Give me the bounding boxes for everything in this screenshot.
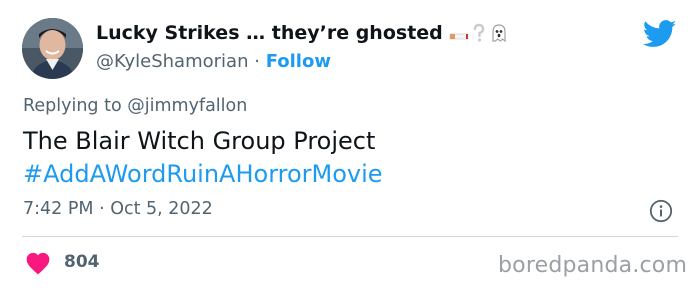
question-mark-icon — [473, 23, 484, 42]
ghost-icon — [492, 24, 506, 43]
avatar[interactable] — [22, 18, 83, 79]
author-handle[interactable]: @KyleShamorian — [96, 51, 248, 72]
divider — [22, 236, 678, 237]
handle-separator: · — [254, 51, 260, 72]
tweet-text: The Blair Witch Group Project #AddAWordR… — [23, 125, 383, 191]
tweet-timestamp[interactable]: 7:42 PM · Oct 5, 2022 — [23, 199, 213, 219]
name-emoji-group — [449, 23, 509, 43]
tweet-card: Lucky Strikes … they’re ghosted @KyleSha… — [0, 0, 700, 288]
tweet-text-line: The Blair Witch Group Project — [23, 127, 376, 155]
handle-row: @KyleShamorian · Follow — [96, 51, 331, 72]
like-count: 804 — [64, 252, 100, 272]
replying-prefix: Replying to — [23, 96, 122, 116]
replying-to: Replying to @jimmyfallon — [23, 96, 247, 116]
reply-mention-link[interactable]: @jimmyfallon — [127, 96, 247, 116]
cigarette-icon — [449, 33, 469, 40]
twitter-bird-icon[interactable] — [643, 20, 677, 48]
source-watermark: boredpanda.com — [498, 253, 688, 278]
info-icon[interactable] — [649, 199, 673, 223]
heart-icon[interactable] — [25, 251, 51, 275]
hashtag-link[interactable]: #AddAWordRuinAHorrorMovie — [23, 160, 383, 188]
avatar-image — [22, 18, 83, 79]
follow-button[interactable]: Follow — [266, 51, 331, 72]
author-name[interactable]: Lucky Strikes … they’re ghosted — [96, 22, 509, 44]
display-name[interactable]: Lucky Strikes … they’re ghosted — [96, 22, 443, 44]
